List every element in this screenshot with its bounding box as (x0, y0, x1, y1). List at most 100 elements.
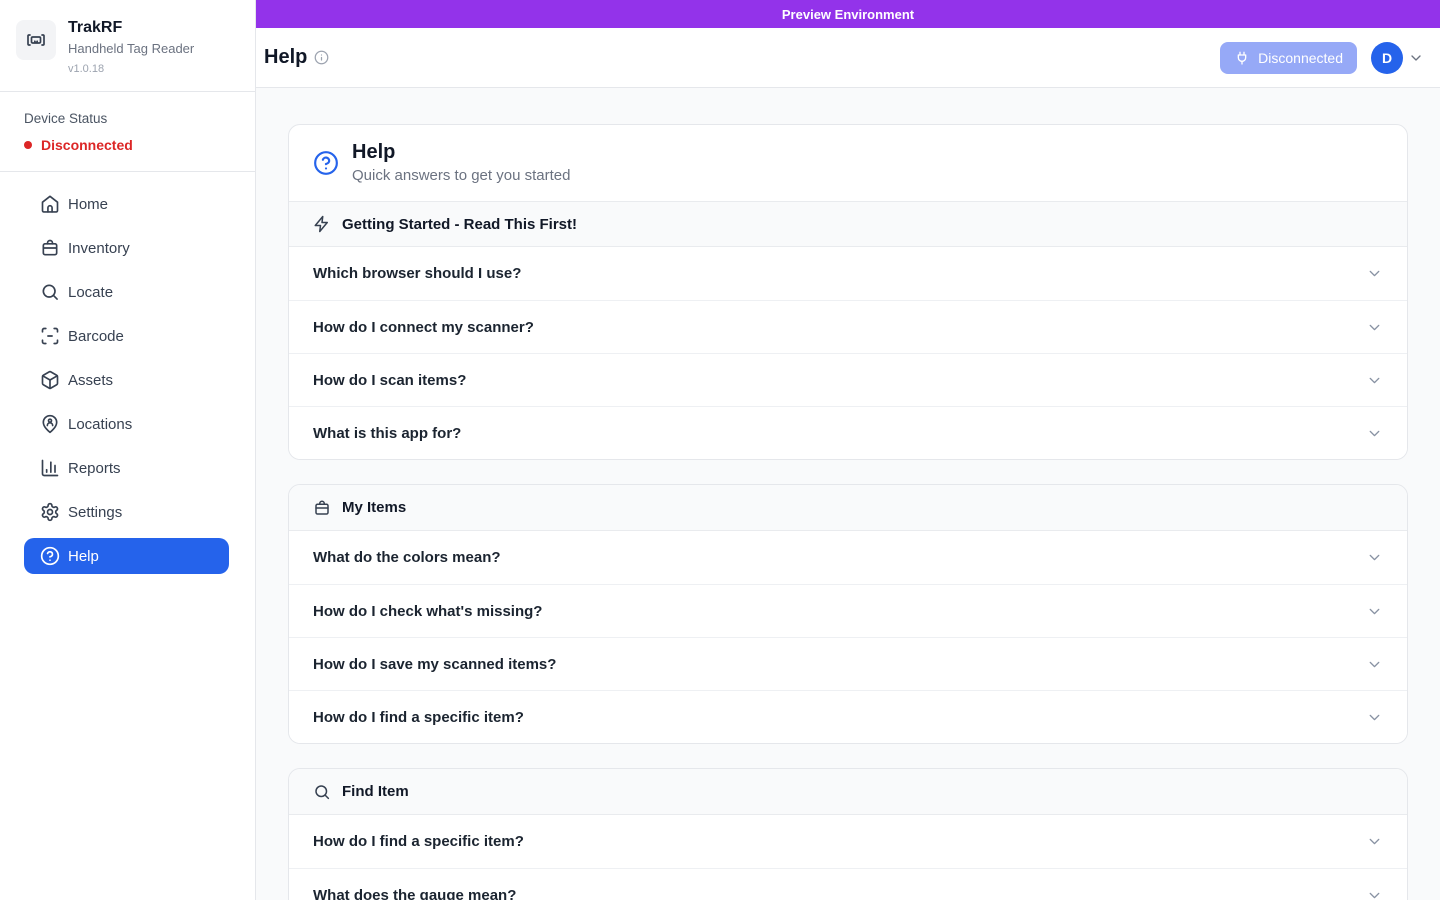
chevron-down-icon (1366, 265, 1383, 282)
sidebar-item-inventory[interactable]: Inventory (24, 230, 229, 266)
rfid-tag-logo-icon (16, 20, 56, 60)
help-page-content: Help Quick answers to get you started Ge… (256, 88, 1440, 900)
banner-text: Preview Environment (782, 7, 914, 22)
chevron-down-icon (1366, 425, 1383, 442)
device-status-label: Device Status (24, 111, 231, 126)
info-icon[interactable] (314, 50, 329, 65)
faq-row[interactable]: What do the colors mean? (289, 531, 1407, 584)
chevron-down-icon (1366, 656, 1383, 673)
bar-chart-icon (40, 458, 60, 478)
preview-environment-banner: Preview Environment (256, 0, 1440, 28)
search-icon (40, 282, 60, 302)
section-getting-started: Getting Started - Read This First! (289, 201, 1407, 247)
sidebar-item-label: Assets (68, 372, 113, 389)
device-status-row: Disconnected (24, 137, 231, 153)
home-icon (40, 194, 60, 214)
search-icon (313, 783, 331, 801)
map-pin-icon (40, 414, 60, 434)
sidebar-item-locate[interactable]: Locate (24, 274, 229, 310)
faq-question: How do I scan items? (313, 372, 466, 389)
faq-row[interactable]: How do I find a specific item? (289, 690, 1407, 743)
main-column: Preview Environment Help Disconnected D (256, 0, 1440, 900)
sidebar-item-settings[interactable]: Settings (24, 494, 229, 530)
faq-row[interactable]: How do I find a specific item? (289, 815, 1407, 868)
sidebar-item-home[interactable]: Home (24, 186, 229, 222)
chevron-down-icon (1366, 709, 1383, 726)
my-items-card: My Items What do the colors mean? How do… (288, 484, 1408, 744)
page-title: Help (264, 46, 307, 69)
sidebar-item-label: Locations (68, 416, 132, 433)
faq-row[interactable]: What is this app for? (289, 406, 1407, 459)
chevron-down-icon (1366, 319, 1383, 336)
faq-question: How do I check what's missing? (313, 603, 542, 620)
find-item-card: Find Item How do I find a specific item?… (288, 768, 1408, 900)
sidebar-item-locations[interactable]: Locations (24, 406, 229, 442)
section-title: Find Item (342, 783, 409, 800)
sidebar-item-barcode[interactable]: Barcode (24, 318, 229, 354)
chevron-down-icon (1366, 833, 1383, 850)
status-dot-icon (24, 141, 32, 149)
zap-icon (313, 215, 331, 233)
sidebar-item-assets[interactable]: Assets (24, 362, 229, 398)
faq-question: How do I find a specific item? (313, 833, 524, 850)
section-find-item: Find Item (289, 769, 1407, 815)
faq-row[interactable]: How do I save my scanned items? (289, 637, 1407, 690)
faq-row[interactable]: What does the gauge mean? (289, 868, 1407, 900)
app-subtitle: Handheld Tag Reader (68, 40, 194, 58)
sidebar-item-label: Barcode (68, 328, 124, 345)
inventory-icon (40, 238, 60, 258)
sidebar: TrakRF Handheld Tag Reader v1.0.18 Devic… (0, 0, 256, 900)
faq-question: What is this app for? (313, 425, 461, 442)
header-actions: Disconnected D (1220, 42, 1424, 74)
chevron-down-icon (1366, 372, 1383, 389)
chevron-down-icon[interactable] (1408, 50, 1424, 66)
help-circle-icon (313, 150, 339, 176)
sidebar-item-reports[interactable]: Reports (24, 450, 229, 486)
help-circle-icon (40, 546, 60, 566)
barcode-scan-icon (40, 326, 60, 346)
faq-row[interactable]: Which browser should I use? (289, 247, 1407, 300)
brand-text: TrakRF Handheld Tag Reader v1.0.18 (68, 18, 194, 77)
faq-row[interactable]: How do I scan items? (289, 353, 1407, 406)
help-card-heading: Help Quick answers to get you started (352, 140, 570, 186)
help-card-header: Help Quick answers to get you started (289, 125, 1407, 201)
faq-question: What does the gauge mean? (313, 887, 516, 900)
gear-icon (40, 502, 60, 522)
app-name: TrakRF (68, 18, 194, 38)
sidebar-item-label: Reports (68, 460, 121, 477)
faq-question: How do I save my scanned items? (313, 656, 556, 673)
device-status-panel: Device Status Disconnected (0, 92, 255, 172)
section-my-items: My Items (289, 485, 1407, 531)
connection-status-button[interactable]: Disconnected (1220, 42, 1357, 74)
avatar-initial: D (1382, 50, 1392, 66)
app-version: v1.0.18 (68, 61, 194, 77)
sidebar-item-label: Locate (68, 284, 113, 301)
sidebar-item-label: Help (68, 548, 99, 565)
inventory-icon (313, 499, 331, 517)
sidebar-item-label: Home (68, 196, 108, 213)
faq-row[interactable]: How do I check what's missing? (289, 584, 1407, 637)
faq-question: How do I find a specific item? (313, 709, 524, 726)
chevron-down-icon (1366, 549, 1383, 566)
plug-icon (1234, 50, 1250, 66)
connection-status-label: Disconnected (1258, 50, 1343, 66)
faq-question: How do I connect my scanner? (313, 319, 534, 336)
chevron-down-icon (1366, 887, 1383, 900)
device-status-value: Disconnected (41, 137, 133, 153)
app-brand: TrakRF Handheld Tag Reader v1.0.18 (0, 0, 255, 92)
chevron-down-icon (1366, 603, 1383, 620)
sidebar-item-label: Inventory (68, 240, 130, 257)
faq-row[interactable]: How do I connect my scanner? (289, 300, 1407, 353)
avatar[interactable]: D (1371, 42, 1403, 74)
section-title: Getting Started - Read This First! (342, 216, 577, 233)
sidebar-item-label: Settings (68, 504, 122, 521)
help-intro-card: Help Quick answers to get you started Ge… (288, 124, 1408, 460)
sidebar-item-help[interactable]: Help (24, 538, 229, 574)
package-icon (40, 370, 60, 390)
faq-question: What do the colors mean? (313, 549, 501, 566)
help-card-title: Help (352, 140, 570, 164)
sidebar-nav: Home Inventory Locate Barcode Assets (0, 172, 255, 596)
help-card-subtitle: Quick answers to get you started (352, 166, 570, 186)
section-title: My Items (342, 499, 406, 516)
page-header: Help Disconnected D (256, 28, 1440, 88)
